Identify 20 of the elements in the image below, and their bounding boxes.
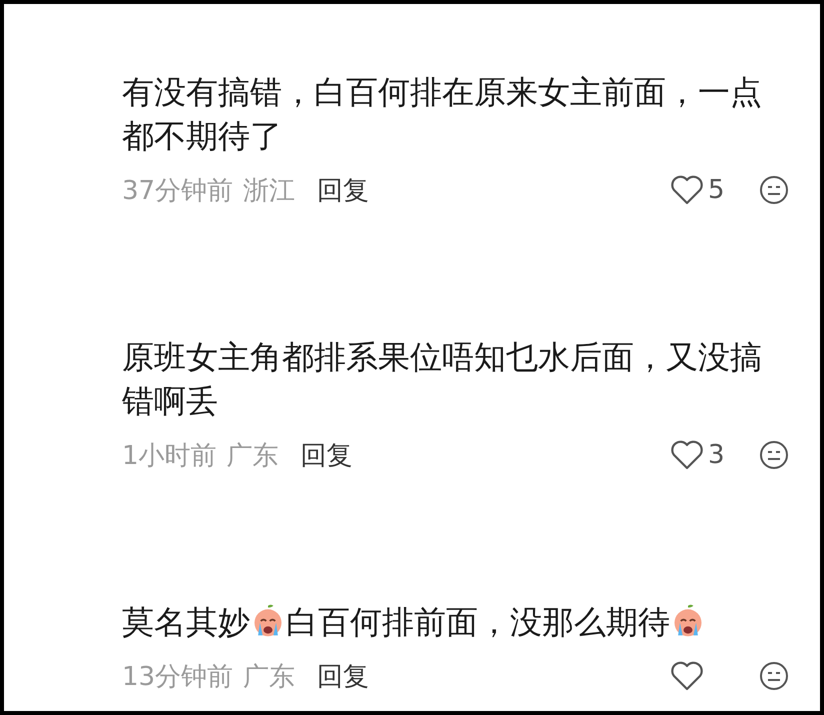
reply-link[interactable]: 回复 — [300, 438, 353, 472]
heart-icon[interactable] — [670, 440, 704, 470]
comment-location: 广东 — [243, 660, 296, 694]
reply-link[interactable]: 回复 — [317, 172, 370, 208]
comment-location: 广东 — [226, 440, 279, 472]
comment-text: 有没有搞错，白百何排在原来女主前面，一点都不期待了 — [122, 72, 763, 157]
comment-time: 1小时前 — [122, 440, 217, 472]
like-count: 3 — [708, 440, 726, 470]
heart-icon[interactable] — [670, 661, 704, 691]
comment-location: 浙江 — [243, 174, 296, 208]
reply-link[interactable]: 回复 — [317, 658, 370, 694]
emoji-face-icon[interactable] — [758, 439, 790, 471]
comment-text: 原班女主角都排系果位唔知乜水后面，又没搞错啊丢 — [122, 337, 763, 422]
heart-icon[interactable] — [670, 175, 704, 205]
comment-time: 37分钟前 — [122, 174, 234, 208]
comment-time: 13分钟前 — [122, 660, 234, 694]
comment-text: 莫名其妙 白百何排前面，没那么期待 — [122, 600, 790, 644]
like-count: 5 — [708, 175, 726, 205]
emoji-face-icon[interactable] — [758, 660, 790, 692]
emoji-face-icon[interactable] — [758, 174, 790, 206]
